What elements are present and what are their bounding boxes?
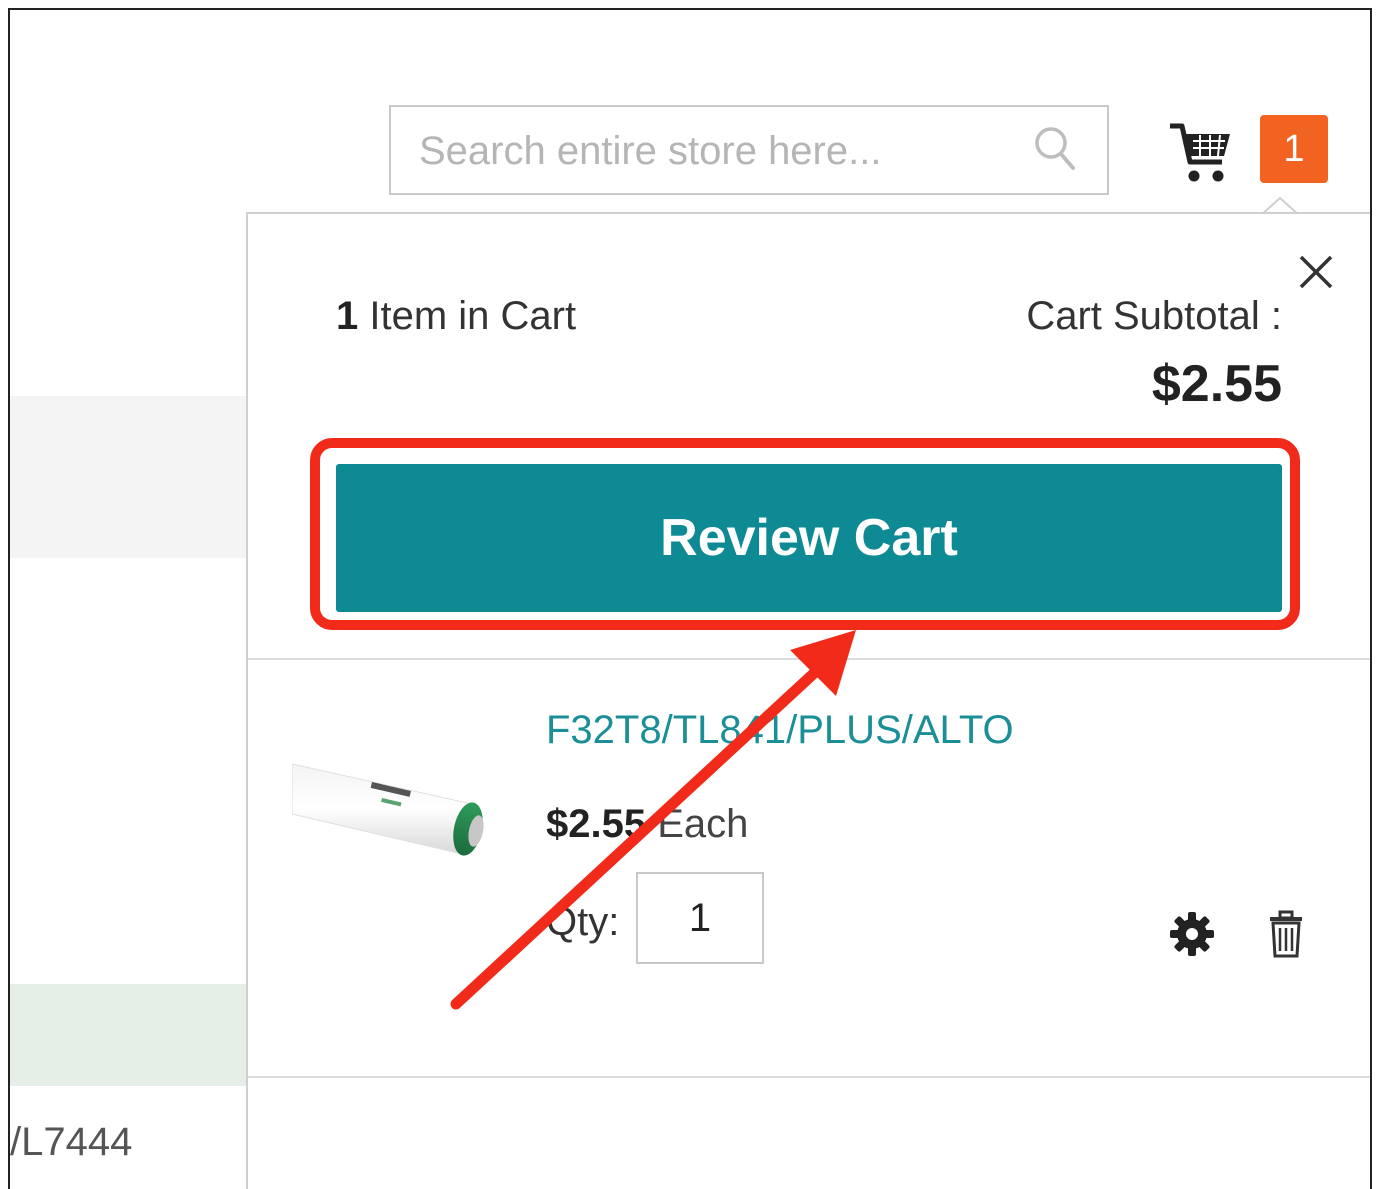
annotation-highlight-box xyxy=(310,438,1300,630)
cart-count-badge[interactable]: 1 xyxy=(1260,115,1328,183)
background-sku-text: /L7444 xyxy=(10,1120,133,1164)
background-row-highlight xyxy=(10,984,250,1086)
page-frame: /L7444 1 xyxy=(8,8,1372,1189)
trash-icon[interactable] xyxy=(1268,910,1304,963)
cart-items-label: Item in Cart xyxy=(358,294,577,338)
cart-icon[interactable] xyxy=(1168,120,1232,191)
background-row xyxy=(10,396,250,558)
qty-label: Qty: xyxy=(546,900,620,944)
search-icon[interactable] xyxy=(1033,125,1077,178)
minicart-divider-bottom xyxy=(248,1076,1370,1078)
qty-input[interactable] xyxy=(636,872,764,964)
cart-subtotal-label: Cart Subtotal : xyxy=(1026,294,1282,338)
product-price-value: $2.55 xyxy=(546,802,647,846)
cart-subtotal-value: $2.55 xyxy=(1151,355,1282,413)
product-price: $2.55 Each xyxy=(546,802,748,847)
cart-items-count: 1 Item in Cart xyxy=(336,294,576,339)
product-image[interactable] xyxy=(291,714,522,919)
close-icon[interactable] xyxy=(1298,254,1334,295)
cart-items-number: 1 xyxy=(336,294,359,338)
minicart-divider xyxy=(248,658,1370,660)
product-name-link[interactable]: F32T8/TL841/PLUS/ALTO xyxy=(546,708,1014,753)
gear-icon[interactable] xyxy=(1168,910,1216,963)
search-box xyxy=(389,105,1109,195)
product-price-unit: Each xyxy=(646,802,749,846)
minicart-dropdown: 1 Item in Cart Cart Subtotal : $2.55 Rev… xyxy=(246,212,1370,1189)
search-input[interactable] xyxy=(417,107,1001,195)
